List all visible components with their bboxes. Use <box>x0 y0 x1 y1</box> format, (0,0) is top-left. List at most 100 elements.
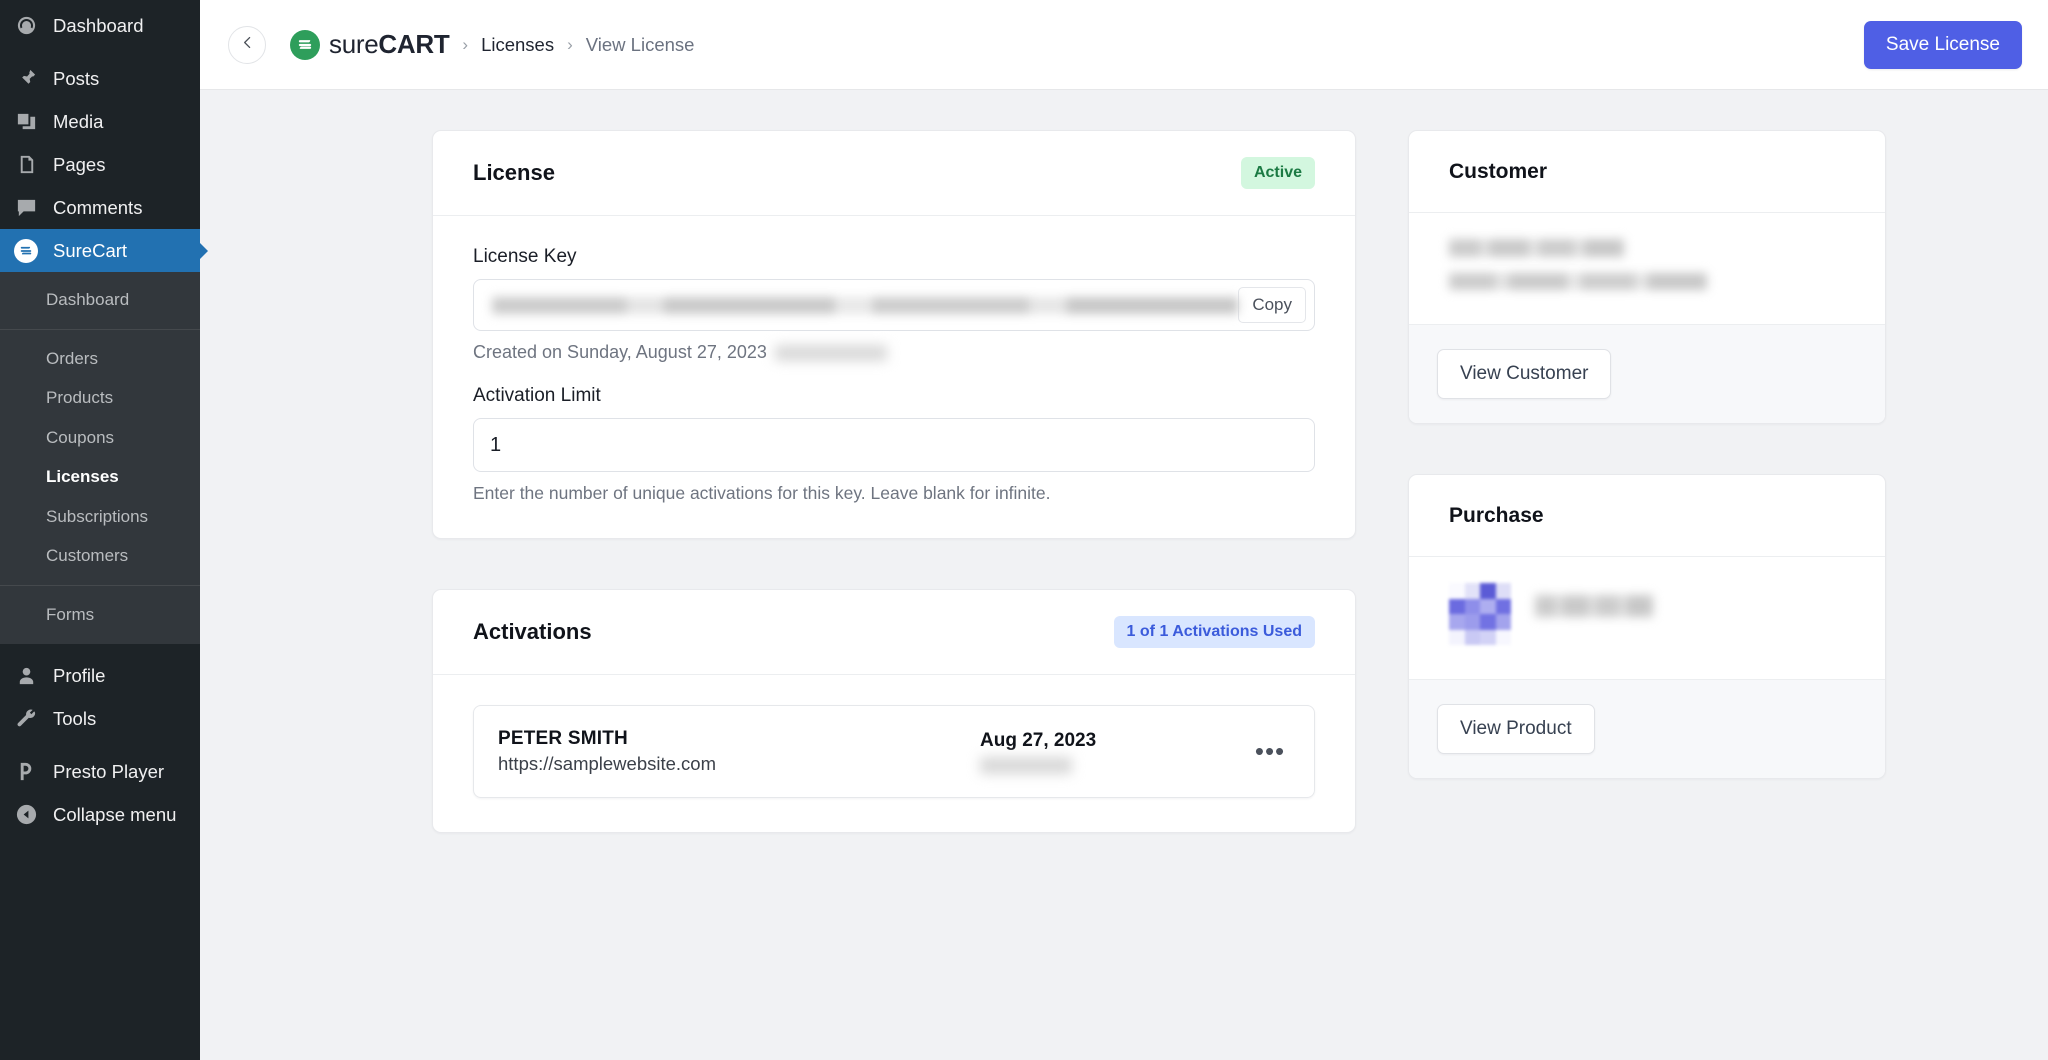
customer-card: Customer View Customer <box>1408 130 1886 424</box>
sidebar-item-comments[interactable]: Comments <box>0 186 200 229</box>
app-topbar: sureCART › Licenses › View License Save … <box>200 0 2048 90</box>
view-customer-button[interactable]: View Customer <box>1437 349 1611 399</box>
sidebar-subitem-dashboard[interactable]: Dashboard <box>0 280 200 320</box>
sidebar-item-label: SureCart <box>53 240 127 262</box>
license-created-time-redacted <box>775 345 887 361</box>
activation-date: Aug 27, 2023 <box>980 730 1250 752</box>
view-product-button[interactable]: View Product <box>1437 704 1595 754</box>
breadcrumb-separator-2: › <box>567 35 573 55</box>
dashboard-icon <box>13 13 39 39</box>
sidebar-subitem-customers[interactable]: Customers <box>0 536 200 576</box>
secondary-column: Customer View Customer Purchase <box>1408 130 1886 1060</box>
license-card-title: License <box>473 160 555 186</box>
license-card-body: License Key Copy Created on Sunday, Augu… <box>433 216 1355 538</box>
collapse-icon <box>13 802 39 828</box>
copy-license-key-button[interactable]: Copy <box>1238 287 1306 323</box>
sidebar-item-surecart[interactable]: SureCart <box>0 229 200 272</box>
sidebar-subitem-orders[interactable]: Orders <box>0 339 200 379</box>
surecart-brand[interactable]: sureCART <box>290 29 449 60</box>
activation-datetime: Aug 27, 2023 <box>980 730 1250 774</box>
main-region: sureCART › Licenses › View License Save … <box>200 0 2048 1060</box>
sidebar-item-presto-player[interactable]: Presto Player <box>0 750 200 793</box>
sidebar-subitem-coupons[interactable]: Coupons <box>0 418 200 458</box>
pages-icon <box>13 152 39 178</box>
sidebar-item-label: Media <box>53 111 103 133</box>
brand-word-cart: CART <box>378 29 449 59</box>
purchase-card-header: Purchase <box>1409 475 1885 557</box>
license-card-header: License Active <box>433 131 1355 216</box>
activation-row[interactable]: PETER SMITH https://samplewebsite.com Au… <box>473 705 1315 798</box>
activations-card-header: Activations 1 of 1 Activations Used <box>433 590 1355 675</box>
activations-card-body: PETER SMITH https://samplewebsite.com Au… <box>433 675 1355 832</box>
customer-card-title: Customer <box>1449 160 1547 184</box>
sidebar-item-pages[interactable]: Pages <box>0 143 200 186</box>
save-license-button[interactable]: Save License <box>1864 21 2022 69</box>
customer-email-redacted <box>1449 273 1707 290</box>
activation-limit-hint: Enter the number of unique activations f… <box>473 483 1315 504</box>
sidebar-subitem-licenses[interactable]: Licenses <box>0 457 200 497</box>
sidebar-item-label: Tools <box>53 708 96 730</box>
sidebar-subitem-forms[interactable]: Forms <box>0 595 200 635</box>
sidebar-subitem-label: Coupons <box>46 428 114 447</box>
surecart-submenu: Dashboard Orders Products Coupons Licens… <box>0 272 200 644</box>
sidebar-subitem-subscriptions[interactable]: Subscriptions <box>0 497 200 537</box>
user-icon <box>13 663 39 689</box>
sidebar-subitem-products[interactable]: Products <box>0 378 200 418</box>
sidebar-subitem-label: Customers <box>46 546 128 565</box>
customer-card-body <box>1409 213 1885 324</box>
sidebar-item-media[interactable]: Media <box>0 100 200 143</box>
activations-usage-badge: 1 of 1 Activations Used <box>1114 616 1315 648</box>
breadcrumb-separator-1: › <box>462 35 468 55</box>
sidebar-subitem-label: Dashboard <box>46 290 129 309</box>
submenu-divider-2 <box>0 585 200 586</box>
brand-wordmark: sureCART <box>329 29 449 60</box>
license-created-text: Created on Sunday, August 27, 2023 <box>473 342 767 363</box>
purchase-card-title: Purchase <box>1449 504 1544 528</box>
sidebar-item-label: Collapse menu <box>53 804 176 826</box>
purchase-card-footer: View Product <box>1409 679 1885 778</box>
sidebar-item-label: Posts <box>53 68 99 90</box>
activation-name: PETER SMITH <box>498 728 980 750</box>
sidebar-gap-2 <box>0 644 200 654</box>
customer-card-header: Customer <box>1409 131 1885 213</box>
activation-limit-input[interactable] <box>473 418 1315 472</box>
sidebar-item-collapse-menu[interactable]: Collapse menu <box>0 793 200 836</box>
customer-name-redacted <box>1449 239 1624 257</box>
pin-icon <box>13 66 39 92</box>
sidebar-subitem-label: Subscriptions <box>46 507 148 526</box>
breadcrumb-licenses[interactable]: Licenses <box>481 34 554 56</box>
wrench-icon <box>13 706 39 732</box>
arrow-left-icon <box>239 34 256 56</box>
field-spacer <box>473 363 1315 385</box>
sidebar-item-posts[interactable]: Posts <box>0 57 200 100</box>
activation-limit-label: Activation Limit <box>473 385 1315 407</box>
breadcrumb-current: View License <box>586 34 695 56</box>
sidebar-item-tools[interactable]: Tools <box>0 697 200 740</box>
purchase-card-body <box>1409 557 1885 679</box>
sidebar-gap-3 <box>0 740 200 750</box>
sidebar-item-label: Pages <box>53 154 105 176</box>
page-content: License Active License Key Copy Created … <box>200 90 2048 1060</box>
sidebar-subitem-label: Forms <box>46 605 94 624</box>
license-key-redacted-value <box>492 297 1238 314</box>
activations-card: Activations 1 of 1 Activations Used PETE… <box>432 589 1356 833</box>
comments-icon <box>13 195 39 221</box>
primary-column: License Active License Key Copy Created … <box>432 130 1356 1060</box>
activations-card-title: Activations <box>473 619 592 645</box>
license-status-badge: Active <box>1241 157 1315 189</box>
sidebar-item-profile[interactable]: Profile <box>0 654 200 697</box>
product-name-redacted <box>1535 595 1653 617</box>
brand-word-sure: sure <box>329 29 378 59</box>
license-key-field[interactable]: Copy <box>473 279 1315 331</box>
purchase-card: Purchase View Product <box>1408 474 1886 779</box>
sidebar-item-label: Profile <box>53 665 105 687</box>
sidebar-item-dashboard[interactable]: Dashboard <box>0 4 200 47</box>
submenu-divider-1 <box>0 329 200 330</box>
license-key-label: License Key <box>473 246 1315 268</box>
back-button[interactable] <box>228 26 266 64</box>
activation-time-redacted <box>980 757 1072 774</box>
sidebar-subitem-label: Licenses <box>46 467 119 486</box>
activation-overflow-menu-icon[interactable]: ••• <box>1250 744 1290 760</box>
license-created-on: Created on Sunday, August 27, 2023 <box>473 342 1315 363</box>
sidebar-subitem-label: Orders <box>46 349 98 368</box>
